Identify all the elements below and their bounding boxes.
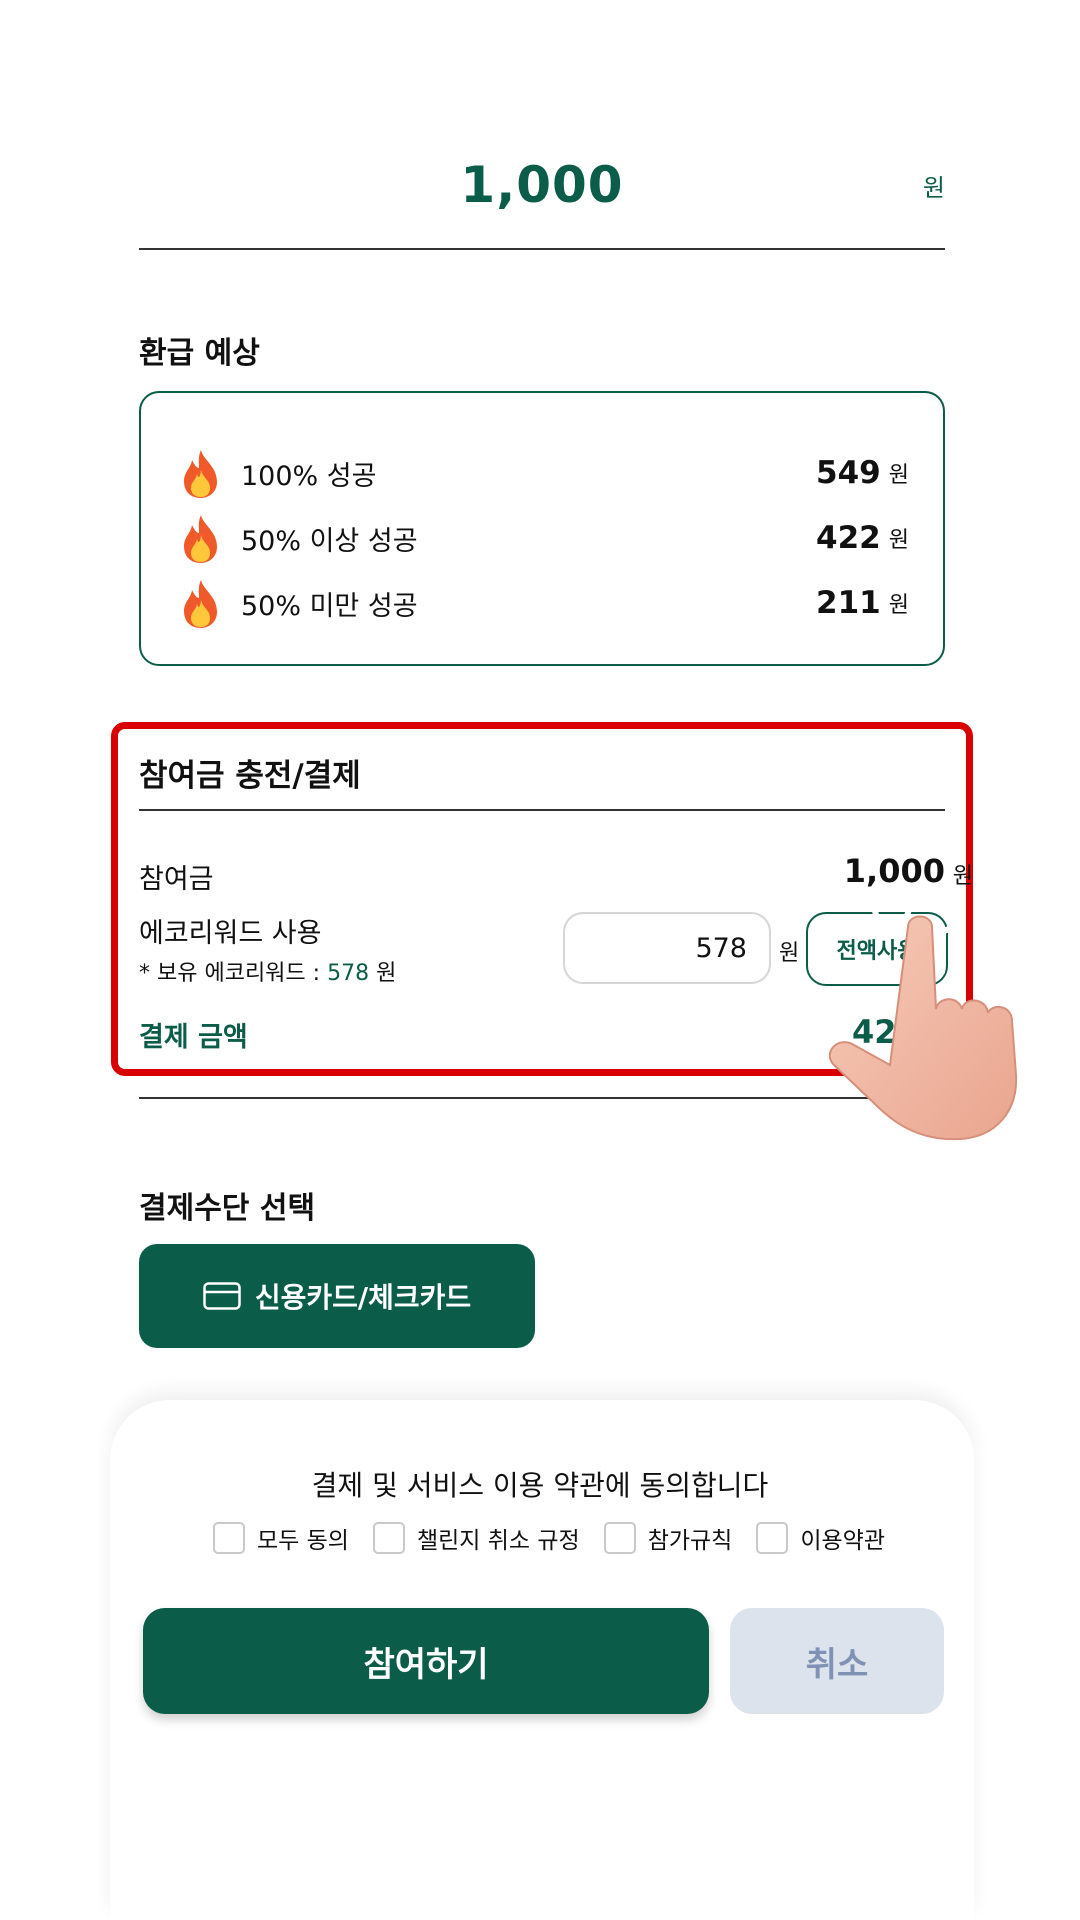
check-cancel-policy[interactable]: 챌린지 취소 규정: [372, 1521, 580, 1555]
refund-row: 50% 이상 성공 422 원: [179, 510, 909, 566]
check-label: 이용약관: [800, 1528, 885, 1554]
divider: [139, 809, 945, 811]
agreement-title: 결제 및 서비스 이용 약관에 동의합니다: [311, 1469, 769, 1502]
check-label: 챌린지 취소 규정: [416, 1528, 580, 1554]
agreement-checkboxes: 모두 동의 챌린지 취소 규정 참가규칙 이용약관: [213, 1521, 909, 1555]
payment-method-title: 결제수단 선택: [139, 1191, 316, 1226]
refund-row: 50% 미만 성공 211 원: [179, 575, 909, 631]
eco-reward-unit: 원: [779, 941, 800, 966]
credit-card-button-label: 신용카드/체크카드: [254, 1281, 472, 1314]
challenge-amount: 1,000 원: [139, 150, 945, 250]
checkbox[interactable]: [756, 1522, 789, 1554]
fire-icon: [179, 448, 223, 498]
refund-label: 100% 성공: [241, 460, 377, 492]
refund-row: 100% 성공 549 원: [179, 445, 909, 501]
checkbox[interactable]: [603, 1522, 636, 1554]
checkbox[interactable]: [213, 1522, 245, 1554]
cancel-button[interactable]: 취소: [730, 1608, 944, 1714]
eco-note-prefix: * 보유 에코리워드 :: [139, 961, 328, 986]
refund-title: 환급 예상: [139, 336, 260, 371]
check-rules[interactable]: 참가규칙: [603, 1521, 733, 1555]
check-terms[interactable]: 이용약관: [756, 1521, 885, 1555]
refund-value: 211: [816, 585, 881, 621]
total-label: 결제 금액: [139, 1022, 248, 1053]
eco-reward-label: 에코리워드 사용: [139, 918, 322, 949]
eco-reward-balance: * 보유 에코리워드 : 578 원: [139, 955, 396, 987]
checkbox[interactable]: [372, 1522, 405, 1554]
hand-pointer-icon: [828, 915, 1018, 1141]
participation-label: 참여금: [139, 864, 214, 895]
refund-unit: 원: [888, 463, 909, 488]
check-agree-all[interactable]: 모두 동의: [213, 1521, 349, 1555]
join-button[interactable]: 참여하기: [143, 1608, 709, 1714]
refund-box: 100% 성공 549 원 50% 이상 성공 422 원 50% 미만 성공 …: [139, 391, 945, 666]
payment-title: 참여금 충전/결제: [139, 758, 361, 794]
refund-unit: 원: [888, 593, 909, 618]
refund-unit: 원: [888, 528, 909, 553]
eco-note-unit: 원: [369, 961, 397, 986]
eco-reward-input[interactable]: [563, 912, 771, 984]
refund-value: 422: [816, 520, 881, 556]
fire-icon: [179, 578, 223, 628]
challenge-amount-unit: 원: [922, 174, 945, 202]
check-label: 참가규칙: [647, 1528, 733, 1554]
credit-card-icon: [203, 1282, 241, 1310]
fire-icon: [179, 513, 223, 563]
refund-value: 549: [816, 455, 881, 491]
eco-note-value: 578: [327, 961, 370, 986]
payment-screen: 1,000 원 환급 예상 100% 성공 549 원 50% 이상 성공 42…: [0, 0, 1080, 1920]
credit-card-button[interactable]: 신용카드/체크카드: [139, 1244, 535, 1348]
refund-label: 50% 이상 성공: [241, 525, 418, 557]
challenge-amount-value: 1,000: [460, 156, 624, 214]
refund-label: 50% 미만 성공: [241, 590, 418, 622]
check-label: 모두 동의: [257, 1528, 349, 1554]
